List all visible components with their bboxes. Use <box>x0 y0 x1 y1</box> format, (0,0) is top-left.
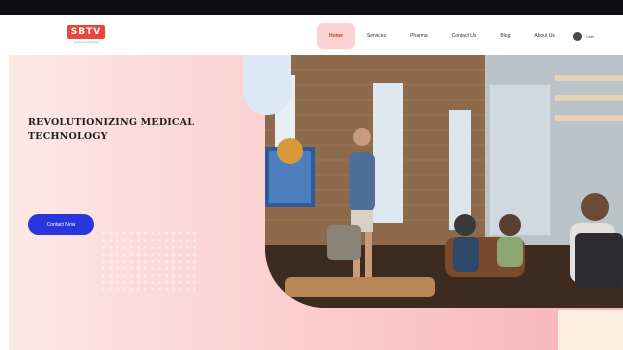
logo-text: SBTV <box>66 25 106 39</box>
brand-logo[interactable]: SBTV medical technology <box>65 25 107 45</box>
contact-now-button[interactable]: Contact Now <box>28 214 94 235</box>
nav-item-home[interactable]: Home <box>317 23 355 49</box>
nav-item-blog[interactable]: Blog <box>488 23 522 49</box>
nav-item-about[interactable]: About Us <box>522 23 567 49</box>
user-avatar-icon[interactable] <box>572 31 582 41</box>
site-header: SBTV medical technology Home Services Ph… <box>9 15 623 55</box>
logo-subtitle: medical technology <box>73 40 99 44</box>
dot-pattern <box>100 230 200 290</box>
decorative-shape <box>243 55 291 115</box>
nav-item-contact[interactable]: Contact Us <box>440 23 489 49</box>
user-label[interactable]: User <box>586 34 594 39</box>
main-nav: Home Services Pharma Contact Us Blog Abo… <box>317 23 594 49</box>
nav-item-services[interactable]: Services <box>355 23 398 49</box>
office-presentation-image <box>265 55 623 308</box>
hero-bottom-panel <box>558 310 623 350</box>
nav-item-pharma[interactable]: Pharma <box>398 23 440 49</box>
hero-title: REVOLUTIONIZING MEDICAL TECHNOLOGY <box>28 117 195 142</box>
hero-photo <box>265 55 623 308</box>
top-dark-strip <box>0 0 623 15</box>
